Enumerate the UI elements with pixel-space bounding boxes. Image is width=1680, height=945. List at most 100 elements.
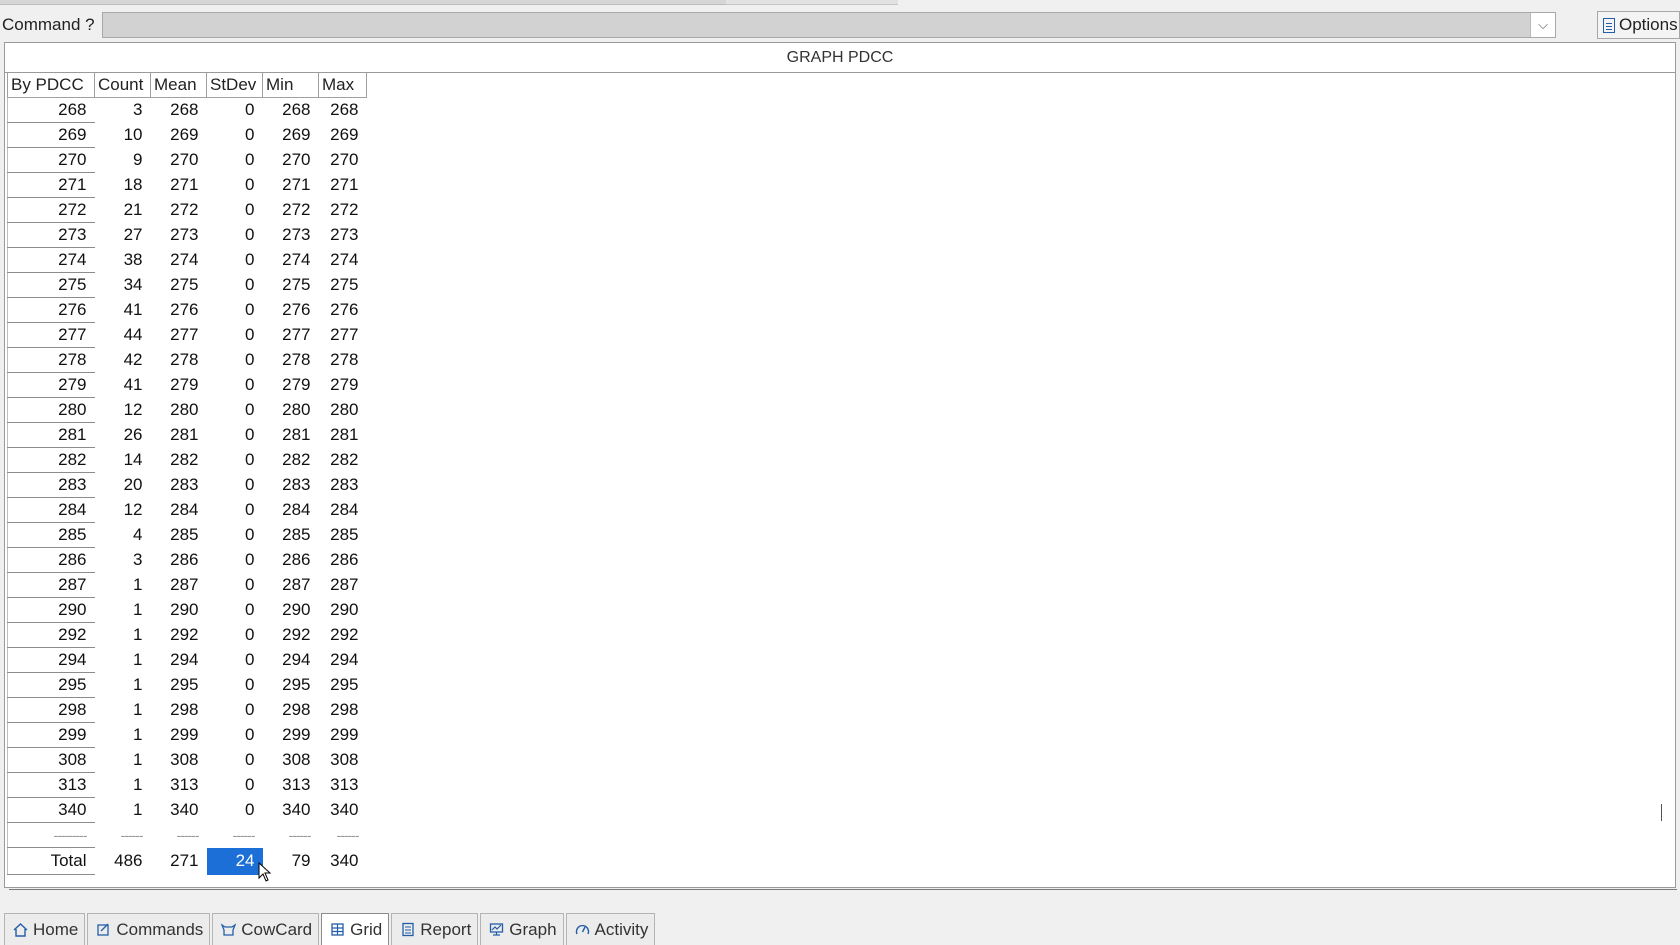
table-row[interactable]: 294 1 294 0 294 294 [7, 647, 367, 673]
grid-cell[interactable]: 280 [263, 398, 319, 423]
grid-cell[interactable]: 287 [319, 573, 367, 598]
grid-cell[interactable]: 292 [151, 623, 207, 648]
grid-cell[interactable]: 268 [263, 98, 319, 123]
grid-cell[interactable]: 276 [319, 298, 367, 323]
grid-cell[interactable]: 0 [207, 523, 263, 548]
grid-cell[interactable]: 298 [319, 698, 367, 723]
grid-cell[interactable]: 277 [263, 323, 319, 348]
grid-cell[interactable]: 272 [319, 198, 367, 223]
table-row[interactable]: 279 41 279 0 279 279 [7, 372, 367, 398]
grid-cell[interactable]: 299 [263, 723, 319, 748]
grid-cell[interactable]: 299 [319, 723, 367, 748]
table-row[interactable]: 308 1 308 0 308 308 [7, 747, 367, 773]
grid-cell[interactable]: 10 [95, 123, 151, 148]
grid-cell[interactable]: 292 [319, 623, 367, 648]
grid-cell[interactable]: 280 [151, 398, 207, 423]
table-row[interactable]: 276 41 276 0 276 276 [7, 297, 367, 323]
grid-cell[interactable]: 269 [263, 123, 319, 148]
column-header[interactable]: StDev [206, 73, 263, 98]
grid-cell[interactable]: 284 [151, 498, 207, 523]
grid-cell[interactable]: 271 [151, 173, 207, 198]
grid-cell[interactable]: 275 [319, 273, 367, 298]
grid-cell[interactable]: 1 [95, 698, 151, 723]
grid-cell[interactable]: 0 [207, 573, 263, 598]
column-header[interactable]: By PDCC [7, 73, 95, 98]
tab-activity[interactable]: Activity [565, 913, 656, 945]
grid-cell[interactable]: 285 [7, 522, 95, 548]
tab-report[interactable]: Report [391, 913, 479, 945]
grid-cell[interactable]: 0 [207, 598, 263, 623]
grid-cell[interactable]: 0 [207, 623, 263, 648]
grid-cell[interactable]: 34 [95, 273, 151, 298]
grid-cell[interactable]: Total [7, 847, 95, 875]
grid-cell[interactable]: 286 [263, 548, 319, 573]
grid-cell[interactable]: 285 [319, 523, 367, 548]
grid-cell[interactable]: 276 [263, 298, 319, 323]
grid-cell[interactable]: 284 [7, 497, 95, 523]
grid-cell[interactable]: 313 [319, 773, 367, 798]
grid-cell[interactable]: 286 [151, 548, 207, 573]
grid-cell[interactable]: 284 [263, 498, 319, 523]
grid-cell[interactable]: 0 [207, 98, 263, 123]
grid-cell[interactable]: 294 [7, 647, 95, 673]
grid-cell[interactable]: 286 [319, 548, 367, 573]
grid-cell[interactable]: 26 [95, 423, 151, 448]
grid-cell[interactable]: 279 [151, 373, 207, 398]
grid-cell[interactable]: 279 [263, 373, 319, 398]
grid-cell[interactable]: 3 [95, 548, 151, 573]
grid-cell[interactable]: 281 [7, 422, 95, 448]
grid-cell[interactable]: 308 [263, 748, 319, 773]
grid-cell[interactable]: 270 [7, 147, 95, 173]
table-row[interactable]: 272 21 272 0 272 272 [7, 197, 367, 223]
grid-cell[interactable]: 285 [263, 523, 319, 548]
chevron-down-icon[interactable]: ⌵ [1530, 13, 1555, 37]
grid-cell[interactable]: 41 [95, 298, 151, 323]
grid-cell[interactable]: 0 [207, 498, 263, 523]
grid-cell[interactable]: 340 [7, 797, 95, 823]
grid-cell[interactable]: 269 [7, 122, 95, 148]
grid-cell[interactable]: 273 [7, 222, 95, 248]
grid-cell[interactable]: 274 [7, 247, 95, 273]
grid-cell[interactable]: 282 [319, 448, 367, 473]
grid-cell[interactable]: 1 [95, 798, 151, 823]
table-row[interactable]: 275 34 275 0 275 275 [7, 272, 367, 298]
grid-cell[interactable]: 1 [95, 598, 151, 623]
grid-cell[interactable]: 340 [263, 798, 319, 823]
grid-cell[interactable]: 18 [95, 173, 151, 198]
grid-cell[interactable]: 273 [263, 223, 319, 248]
table-row[interactable]: 295 1 295 0 295 295 [7, 672, 367, 698]
grid-cell[interactable]: 294 [263, 648, 319, 673]
table-row[interactable]: 284 12 284 0 284 284 [7, 497, 367, 523]
grid-cell[interactable]: 287 [7, 572, 95, 598]
grid-cell[interactable]: 0 [207, 223, 263, 248]
grid-cell[interactable]: 1 [95, 573, 151, 598]
table-row[interactable]: 274 38 274 0 274 274 [7, 247, 367, 273]
grid-cell[interactable]: 1 [95, 723, 151, 748]
table-row[interactable]: 286 3 286 0 286 286 [7, 547, 367, 573]
grid-cell[interactable]: 0 [207, 773, 263, 798]
table-row[interactable]: 285 4 285 0 285 285 [7, 522, 367, 548]
table-row[interactable]: 269 10 269 0 269 269 [7, 122, 367, 148]
grid-cell[interactable]: 295 [151, 673, 207, 698]
grid-cell[interactable]: 276 [151, 298, 207, 323]
grid-cell[interactable]: 274 [151, 248, 207, 273]
grid-cell[interactable]: 271 [263, 173, 319, 198]
grid-cell[interactable]: 0 [207, 173, 263, 198]
grid-cell[interactable]: 285 [151, 523, 207, 548]
grid-cell[interactable]: 295 [7, 672, 95, 698]
grid-cell[interactable]: 12 [95, 498, 151, 523]
grid-cell[interactable]: 0 [207, 798, 263, 823]
grid-cell[interactable]: 271 [151, 848, 207, 875]
grid-cell[interactable]: 21 [95, 198, 151, 223]
grid-cell[interactable]: 308 [7, 747, 95, 773]
grid-cell[interactable]: 281 [151, 423, 207, 448]
grid-cell[interactable]: 38 [95, 248, 151, 273]
grid-cell[interactable]: 277 [7, 322, 95, 348]
table-row[interactable]: 281 26 281 0 281 281 [7, 422, 367, 448]
grid-cell[interactable]: 295 [319, 673, 367, 698]
grid-cell[interactable]: 0 [207, 348, 263, 373]
grid-cell[interactable]: 1 [95, 623, 151, 648]
table-row[interactable]: 313 1 313 0 313 313 [7, 772, 367, 798]
grid-cell[interactable]: 298 [7, 697, 95, 723]
grid-cell[interactable]: 283 [151, 473, 207, 498]
